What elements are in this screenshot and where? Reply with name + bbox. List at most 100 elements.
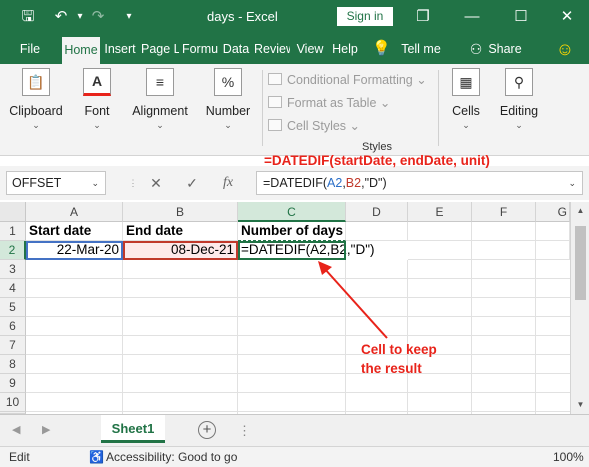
cells-group[interactable]: ▦ Cells ⌄ <box>446 68 486 131</box>
cells-label: Cells <box>452 104 480 118</box>
share-person-icon: ⚇ <box>469 41 483 57</box>
scroll-down-icon[interactable]: ▼ <box>571 400 589 409</box>
scroll-thumb[interactable] <box>575 226 586 300</box>
feedback-smiley-icon[interactable]: ☺ <box>554 34 576 64</box>
formula-ref-b2: B2 <box>345 176 362 190</box>
minimize-icon[interactable]: — <box>461 6 483 28</box>
cell-a2[interactable]: 22-Mar-20 <box>26 241 123 260</box>
format-as-table-label: Format as Table <box>287 96 377 110</box>
ribbon-tabs: File Home Insert Page L Formu Data Revie… <box>0 34 589 64</box>
sheet-tabs-bar: ◀ ▶ Sheet1 + ⋮ <box>0 414 589 446</box>
clipboard-group[interactable]: 📋 Clipboard ⌄ <box>8 68 64 131</box>
close-icon[interactable]: ✕ <box>556 6 578 28</box>
chevron-down-icon: ⌄ <box>32 120 40 130</box>
tell-me-search[interactable]: Tell me <box>398 34 444 64</box>
cell-c1[interactable]: Number of days <box>238 222 346 241</box>
cancel-icon[interactable]: ✕ <box>145 171 167 195</box>
number-group[interactable]: % Number ⌄ <box>203 68 253 131</box>
number-label: Number <box>205 104 251 118</box>
zoom-level[interactable]: 100% <box>553 450 584 464</box>
add-sheet-icon[interactable]: + <box>198 421 216 439</box>
row-header-4[interactable]: 4 <box>0 279 26 298</box>
grid-body[interactable] <box>26 260 570 414</box>
tab-help[interactable]: Help <box>330 34 360 64</box>
vertical-scrollbar[interactable]: ▲ ▼ <box>570 202 589 414</box>
prev-sheet-icon[interactable]: ◀ <box>12 423 20 436</box>
row-header-2[interactable]: 2 <box>0 241 26 260</box>
scroll-up-icon[interactable]: ▲ <box>571 206 589 215</box>
cell-b2[interactable]: 08-Dec-21 <box>123 241 238 260</box>
redo-icon[interactable]: ↷ <box>87 6 109 28</box>
editing-group[interactable]: ⚲ Editing ⌄ <box>496 68 542 131</box>
column-header-e[interactable]: E <box>408 202 472 222</box>
cell-d1[interactable] <box>346 222 408 241</box>
formula-ref-a2: A2 <box>327 176 343 190</box>
maximize-icon[interactable]: ☐ <box>510 6 532 28</box>
column-header-g[interactable]: G <box>536 202 570 222</box>
save-icon[interactable]: 🖫 <box>17 6 39 28</box>
cell-g1[interactable] <box>536 222 570 241</box>
column-header-c[interactable]: C <box>238 202 346 222</box>
cell-g2[interactable] <box>536 241 570 260</box>
next-sheet-icon[interactable]: ▶ <box>42 423 50 436</box>
column-header-f[interactable]: F <box>472 202 536 222</box>
expand-formula-bar-icon[interactable]: ⌄ <box>568 172 576 194</box>
tab-home[interactable]: Home <box>62 37 100 64</box>
chevron-down-icon[interactable]: ⌄ <box>91 172 99 194</box>
chevron-down-icon: ⌄ <box>416 73 427 87</box>
tab-view[interactable]: View <box>293 34 327 64</box>
insert-function-icon[interactable]: fx <box>217 171 239 195</box>
select-all-corner[interactable] <box>0 202 26 222</box>
row-header-6[interactable]: 6 <box>0 317 26 336</box>
customize-qat-icon[interactable]: ▾ <box>118 6 140 28</box>
row-header-10[interactable]: 10 <box>0 393 26 412</box>
cell-b1[interactable]: End date <box>123 222 238 241</box>
sheet-tab-sheet1[interactable]: Sheet1 <box>101 415 165 443</box>
name-box[interactable]: OFFSET ⌄ <box>6 171 106 195</box>
tab-page-layout[interactable]: Page L <box>141 34 179 64</box>
share-button[interactable]: Share <box>487 34 523 64</box>
status-bar: Edit ♿ Accessibility: Good to go 100% <box>0 446 589 467</box>
row-header-8[interactable]: 8 <box>0 355 26 374</box>
font-group[interactable]: A Font ⌄ <box>76 68 118 131</box>
tab-formulas[interactable]: Formu <box>181 34 219 64</box>
format-as-table-button[interactable]: Format as Table ⌄ <box>268 95 390 110</box>
sheet-options-icon[interactable]: ⋮ <box>238 423 251 439</box>
chevron-down-icon: ⌄ <box>462 120 470 130</box>
tab-file[interactable]: File <box>10 34 50 64</box>
cell-f2[interactable] <box>472 241 536 260</box>
tab-review[interactable]: Review <box>254 34 290 64</box>
name-box-value: OFFSET <box>12 176 62 190</box>
enter-check-icon[interactable]: ✓ <box>181 171 203 195</box>
cell-e1[interactable] <box>408 222 472 241</box>
conditional-formatting-button[interactable]: Conditional Formatting ⌄ <box>268 72 427 87</box>
cell-styles-button[interactable]: Cell Styles ⌄ <box>268 118 360 133</box>
row-header-5[interactable]: 5 <box>0 298 26 317</box>
column-header-b[interactable]: B <box>123 202 238 222</box>
cell-e2[interactable] <box>408 241 472 260</box>
cell-styles-icon <box>268 119 282 131</box>
column-header-a[interactable]: A <box>26 202 123 222</box>
cell-c2[interactable]: =DATEDIF(A2,B2,"D") <box>238 241 374 260</box>
formula-input[interactable]: =DATEDIF(A2,B2,"D") ⌄ <box>256 171 583 195</box>
alignment-group[interactable]: ≡ Alignment ⌄ <box>130 68 190 131</box>
tab-insert[interactable]: Insert <box>101 34 139 64</box>
accessibility-status[interactable]: Accessibility: Good to go <box>106 450 237 464</box>
row-header-7[interactable]: 7 <box>0 336 26 355</box>
chevron-down-icon: ⌄ <box>93 120 101 130</box>
row-header-1[interactable]: 1 <box>0 222 26 241</box>
drag-handle-icon[interactable]: ⋮ <box>122 171 144 195</box>
format-table-icon <box>268 96 282 108</box>
sign-in-button[interactable]: Sign in <box>337 7 393 26</box>
cell-f1[interactable] <box>472 222 536 241</box>
chevron-down-icon: ⌄ <box>224 120 232 130</box>
cell-a1[interactable]: Start date <box>26 222 123 241</box>
row-header-3[interactable]: 3 <box>0 260 26 279</box>
styles-group-label: Styles <box>362 141 392 153</box>
row-header-9[interactable]: 9 <box>0 374 26 393</box>
tab-data[interactable]: Data <box>220 34 252 64</box>
ribbon-display-icon[interactable]: ❐ <box>412 6 434 28</box>
ribbon: 📋 Clipboard ⌄ A Font ⌄ ≡ Alignment ⌄ % N… <box>0 64 589 156</box>
chevron-down-icon: ⌄ <box>156 120 164 130</box>
column-header-d[interactable]: D <box>346 202 408 222</box>
